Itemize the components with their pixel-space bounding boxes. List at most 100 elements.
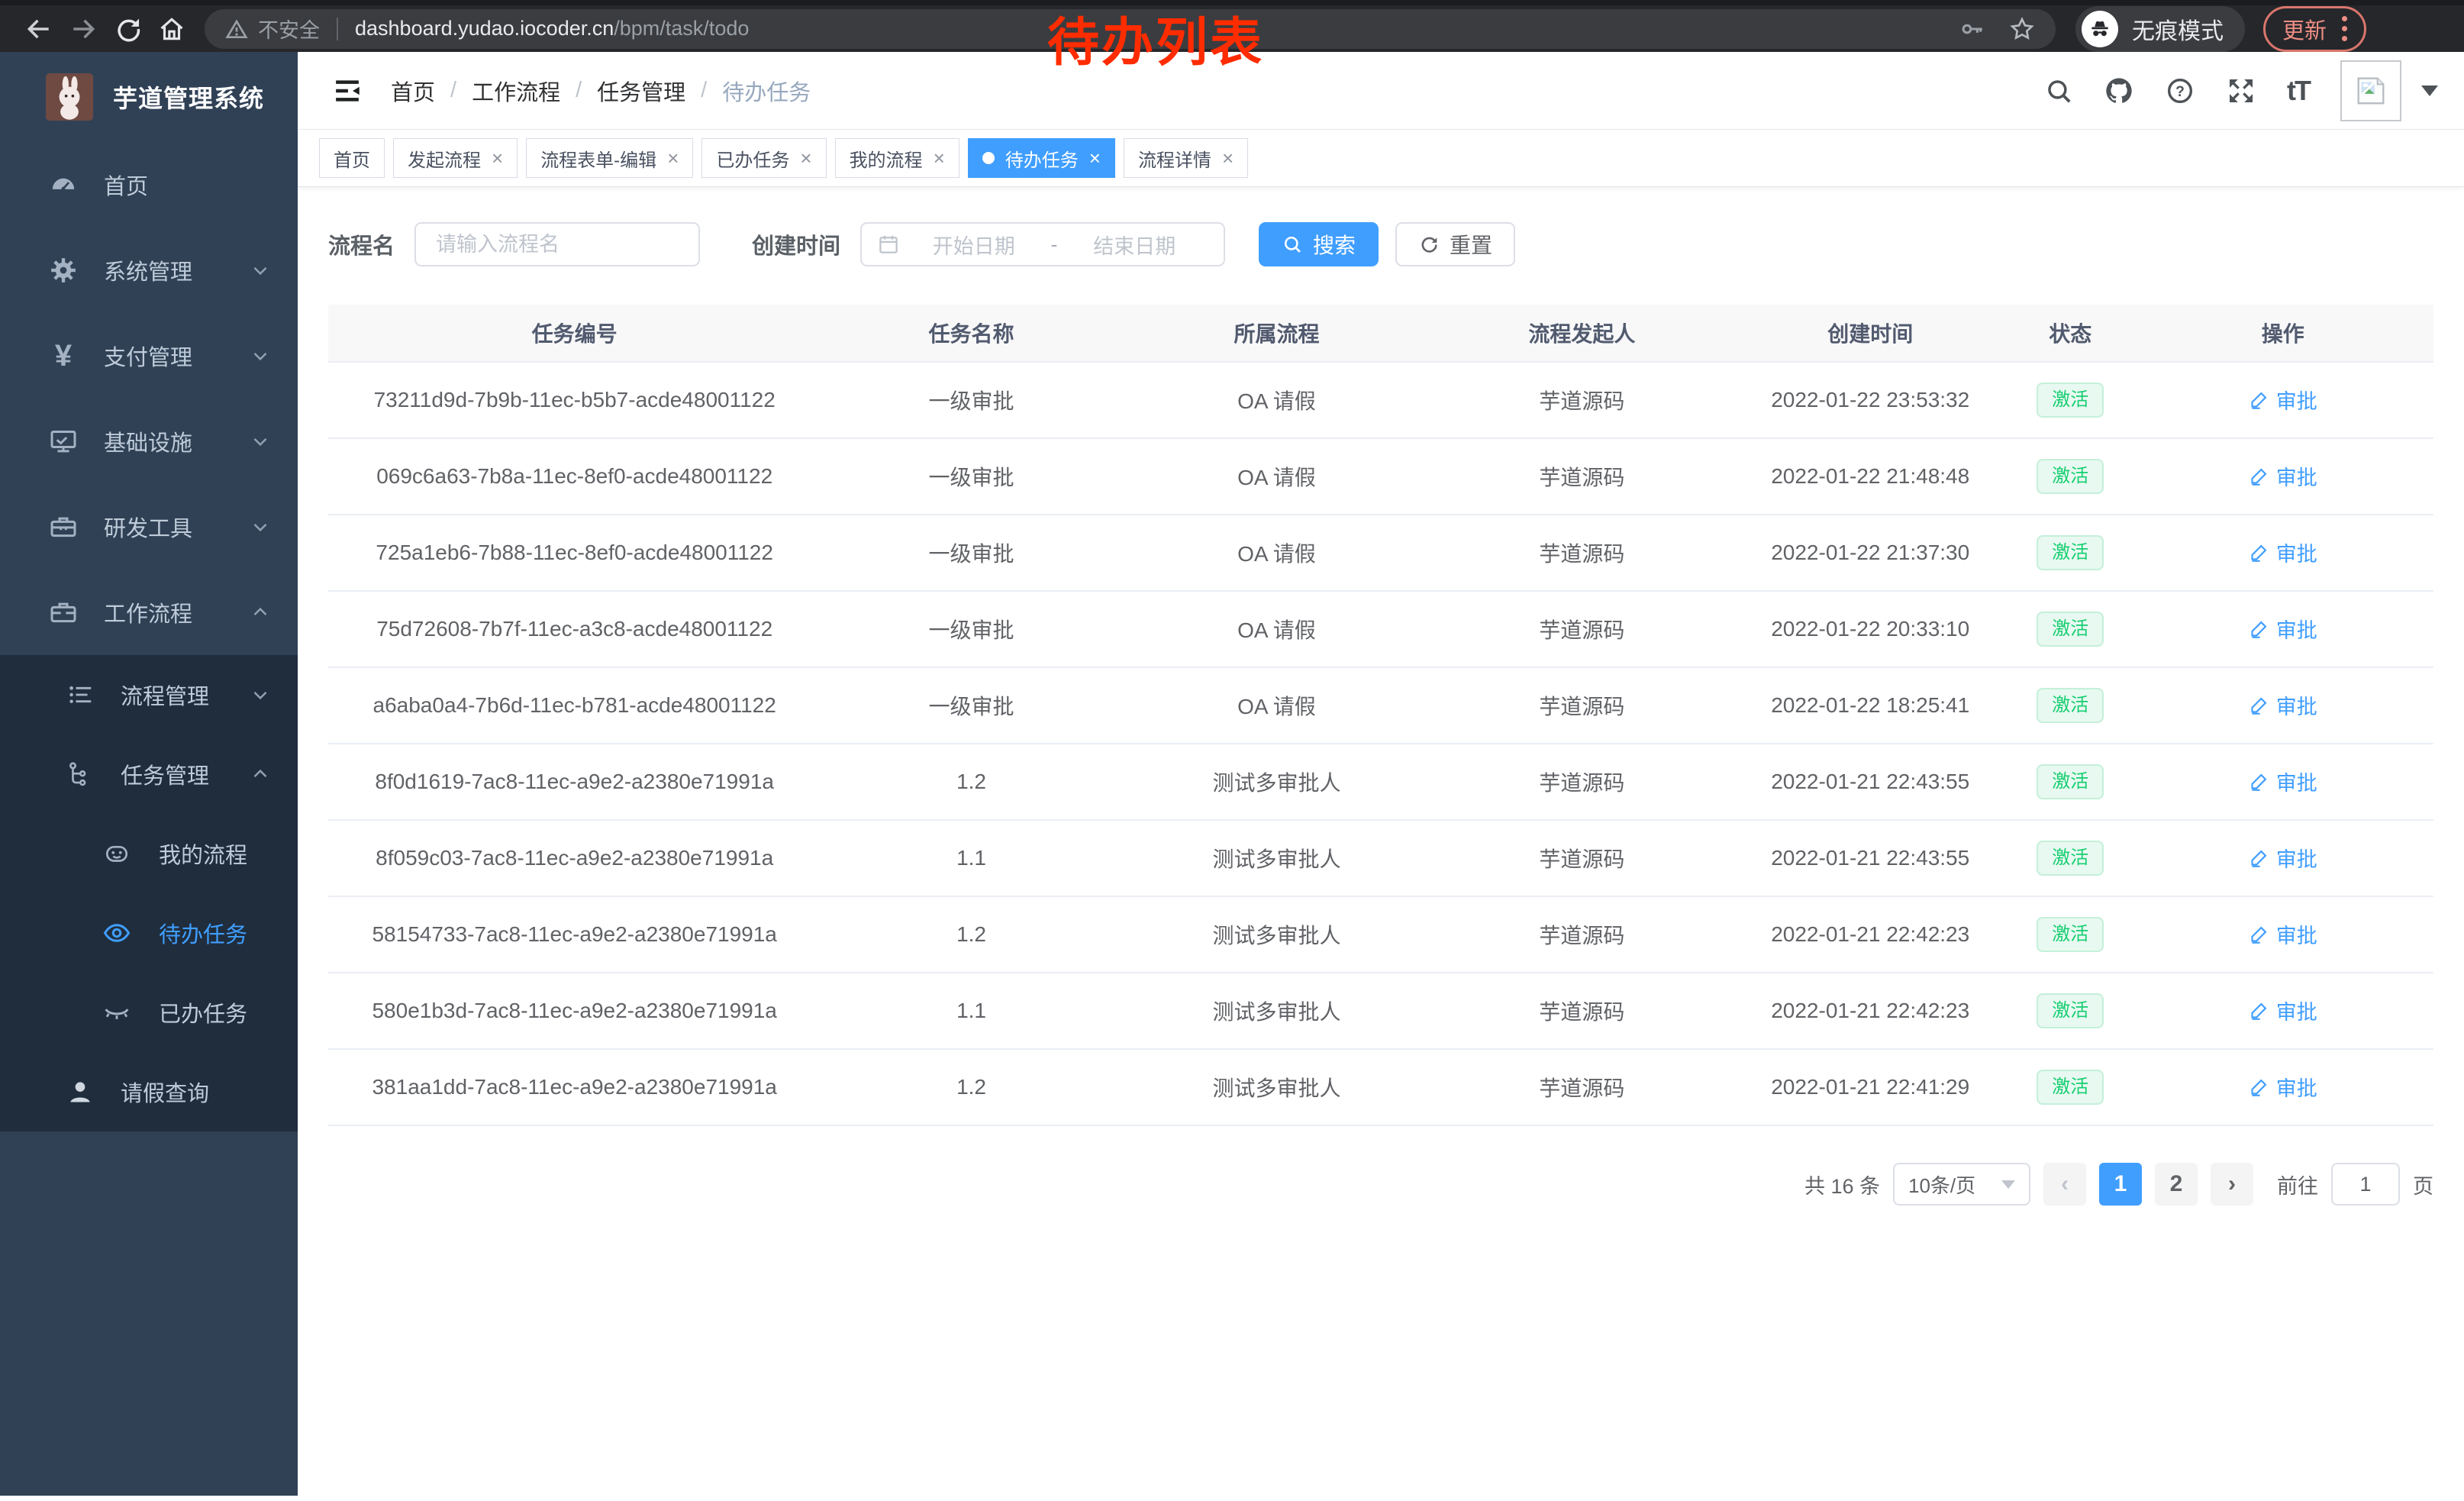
edit-pencil-icon bbox=[2249, 771, 2269, 792]
cell-create-time: 2022-01-21 22:41:29 bbox=[1733, 1049, 2008, 1125]
sidebar-item-task-management[interactable]: 任务管理 bbox=[0, 734, 298, 814]
approve-link[interactable]: 审批 bbox=[2249, 996, 2317, 1025]
page-button-2[interactable]: 2 bbox=[2155, 1163, 2198, 1206]
sidebar-item-system[interactable]: 系统管理 bbox=[0, 228, 298, 313]
sidebar-item-devtools[interactable]: 研发工具 bbox=[0, 484, 298, 570]
column-initiator: 流程发起人 bbox=[1431, 305, 1732, 362]
table-row: 381aa1dd-7ac8-11ec-a9e2-a2380e71991a 1.2… bbox=[328, 1049, 2433, 1125]
sidebar-item-label: 待办任务 bbox=[159, 917, 272, 949]
column-create-time: 创建时间 bbox=[1733, 305, 2008, 362]
search-button-label: 搜索 bbox=[1313, 229, 1356, 260]
status-badge: 激活 bbox=[2037, 688, 2104, 724]
tab-close-icon[interactable]: × bbox=[1089, 148, 1101, 168]
next-page-button[interactable]: › bbox=[2211, 1163, 2253, 1206]
tab-label: 待办任务 bbox=[1005, 145, 1079, 172]
process-name-input[interactable] bbox=[414, 222, 700, 266]
tab-process-detail[interactable]: 流程详情× bbox=[1124, 138, 1248, 178]
breadcrumb-separator: / bbox=[701, 78, 707, 103]
sidebar-item-workflow[interactable]: 工作流程 bbox=[0, 570, 298, 655]
user-avatar[interactable] bbox=[2340, 60, 2401, 121]
page-button-1[interactable]: 1 bbox=[2099, 1163, 2142, 1206]
sidebar-item-done-task[interactable]: 已办任务 bbox=[0, 973, 298, 1052]
bookmark-star-icon[interactable] bbox=[2008, 15, 2036, 43]
page-size-select[interactable]: 10条/页 bbox=[1893, 1163, 2030, 1206]
edit-pencil-icon bbox=[2249, 1000, 2269, 1021]
tab-start-process[interactable]: 发起流程× bbox=[393, 138, 518, 178]
browser-back-button[interactable] bbox=[17, 8, 61, 50]
tab-close-icon[interactable]: × bbox=[800, 148, 811, 168]
sidebar-item-payment[interactable]: ¥ 支付管理 bbox=[0, 313, 298, 399]
breadcrumb-workflow[interactable]: 工作流程 bbox=[472, 75, 560, 107]
header-search-button[interactable] bbox=[2044, 76, 2073, 105]
approve-link[interactable]: 审批 bbox=[2249, 614, 2317, 644]
tab-process-form-edit[interactable]: 流程表单-编辑 × bbox=[526, 138, 693, 178]
sidebar-collapse-button[interactable] bbox=[331, 75, 363, 107]
cell-task-id: 580e1b3d-7ac8-11ec-a9e2-a2380e71991a bbox=[328, 973, 821, 1049]
reset-button[interactable]: 重置 bbox=[1395, 222, 1515, 266]
goto-page-input[interactable] bbox=[2331, 1163, 2400, 1206]
help-button[interactable]: ? bbox=[2165, 76, 2195, 106]
create-time-label: 创建时间 bbox=[752, 228, 840, 260]
approve-link[interactable]: 审批 bbox=[2249, 537, 2317, 567]
back-icon bbox=[24, 15, 53, 44]
approve-link-label: 审批 bbox=[2276, 843, 2317, 873]
breadcrumb-home[interactable]: 首页 bbox=[391, 75, 435, 107]
github-button[interactable] bbox=[2104, 76, 2134, 106]
prev-page-button[interactable]: ‹ bbox=[2043, 1163, 2086, 1206]
cell-create-time: 2022-01-22 20:33:10 bbox=[1733, 591, 2008, 667]
tab-label: 流程表单-编辑 bbox=[540, 145, 656, 172]
tab-home[interactable]: 首页 bbox=[319, 138, 385, 178]
sidebar-item-leave-query[interactable]: 请假查询 bbox=[0, 1052, 298, 1131]
cell-process: 测试多审批人 bbox=[1122, 820, 1431, 896]
tab-todo-task[interactable]: 待办任务 × bbox=[968, 138, 1115, 178]
tags-view-bar: 首页 发起流程× 流程表单-编辑 × 已办任务× 我的流程× 待办任务 × 流程详情… bbox=[298, 130, 2464, 187]
tab-my-process[interactable]: 我的流程× bbox=[835, 138, 959, 178]
cell-create-time: 2022-01-22 21:37:30 bbox=[1733, 515, 2008, 591]
approve-link[interactable]: 审批 bbox=[2249, 843, 2317, 873]
sidebar-item-process-management[interactable]: 流程管理 bbox=[0, 655, 298, 734]
sidebar-item-infrastructure[interactable]: 基础设施 bbox=[0, 399, 298, 484]
avatar-caret-icon[interactable] bbox=[2421, 86, 2438, 96]
browser-home-button[interactable] bbox=[150, 8, 194, 50]
sidebar-item-my-process[interactable]: 我的流程 bbox=[0, 814, 298, 893]
breadcrumb-task-management[interactable]: 任务管理 bbox=[597, 75, 685, 107]
fullscreen-icon bbox=[2226, 76, 2256, 106]
approve-link[interactable]: 审批 bbox=[2249, 385, 2317, 415]
browser-forward-button[interactable] bbox=[61, 8, 105, 50]
approve-link-label: 审批 bbox=[2276, 385, 2317, 415]
create-time-range-picker[interactable]: 开始日期 - 结束日期 bbox=[860, 222, 1225, 266]
approve-link[interactable]: 审批 bbox=[2249, 461, 2317, 491]
refresh-icon bbox=[1418, 234, 1440, 255]
fullscreen-button[interactable] bbox=[2226, 76, 2256, 106]
search-button[interactable]: 搜索 bbox=[1259, 222, 1379, 266]
url-path: /bpm/task/todo bbox=[614, 17, 749, 40]
sidebar-item-home[interactable]: 首页 bbox=[0, 142, 298, 228]
chevron-down-icon bbox=[249, 259, 272, 282]
tab-done-task[interactable]: 已办任务× bbox=[701, 138, 826, 178]
approve-link[interactable]: 审批 bbox=[2249, 690, 2317, 720]
screen: 不安全 dashboard.yudao.iocoder.cn/bpm/task/… bbox=[0, 0, 2464, 1501]
browser-update-button[interactable]: 更新 bbox=[2263, 6, 2366, 52]
not-secure-warning-icon bbox=[224, 17, 249, 41]
sidebar-item-todo-task[interactable]: 待办任务 bbox=[0, 893, 298, 973]
tab-close-icon[interactable]: × bbox=[492, 148, 503, 168]
approve-link[interactable]: 审批 bbox=[2249, 767, 2317, 796]
tab-close-icon[interactable]: × bbox=[934, 148, 945, 168]
approve-link[interactable]: 审批 bbox=[2249, 1072, 2317, 1102]
approve-link[interactable]: 审批 bbox=[2249, 919, 2317, 949]
sidebar-item-label: 我的流程 bbox=[159, 838, 272, 870]
cell-create-time: 2022-01-21 22:42:23 bbox=[1733, 896, 2008, 973]
eye-icon bbox=[101, 917, 133, 949]
key-icon[interactable] bbox=[1959, 16, 1985, 42]
browser-menu-icon[interactable] bbox=[2342, 16, 2347, 41]
edit-pencil-icon bbox=[2249, 389, 2269, 410]
approve-link-label: 审批 bbox=[2276, 537, 2317, 567]
navbar: 首页 / 工作流程 / 任务管理 / 待办任务 ? bbox=[298, 52, 2464, 130]
table-row: a6aba0a4-7b6d-11ec-b781-acde48001122 一级审… bbox=[328, 667, 2433, 744]
search-icon bbox=[1282, 234, 1303, 255]
browser-reload-button[interactable] bbox=[105, 8, 150, 50]
status-badge: 激活 bbox=[2037, 1070, 2104, 1106]
font-size-button[interactable]: tT bbox=[2287, 75, 2310, 107]
tab-close-icon[interactable]: × bbox=[1222, 148, 1234, 168]
tab-close-icon[interactable]: × bbox=[667, 148, 679, 168]
